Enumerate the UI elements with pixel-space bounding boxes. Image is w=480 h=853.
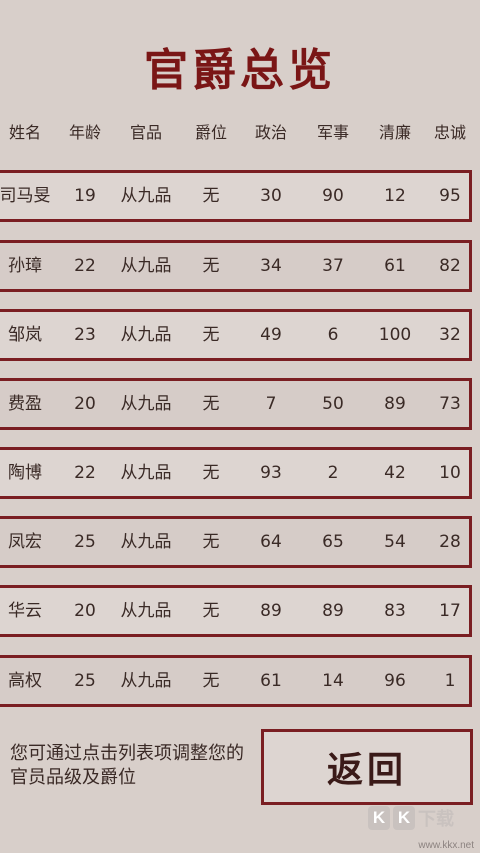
cell-age: 25 (74, 671, 96, 691)
cell-name: 高权 (8, 671, 42, 691)
cell-title: 无 (202, 532, 220, 552)
cell-politics: 89 (260, 601, 282, 621)
cell-rank: 从九品 (120, 463, 172, 483)
cell-politics: 93 (260, 463, 282, 483)
column-header-age: 年龄 (68, 123, 102, 142)
cell-title: 无 (202, 325, 220, 345)
table-header: 姓名 年龄 官品 爵位 政治 军事 清廉 忠诚 (0, 120, 480, 146)
cell-loyalty: 1 (444, 671, 456, 691)
cell-rank: 从九品 (120, 532, 172, 552)
cell-loyalty: 28 (439, 532, 461, 552)
cell-title: 无 (202, 256, 220, 276)
cell-age: 20 (74, 394, 96, 414)
cell-title: 无 (202, 394, 220, 414)
table-row[interactable]: 华云 20 从九品 无 89 89 83 17 (0, 585, 472, 637)
watermark-badge: K (393, 806, 415, 830)
cell-politics: 61 (260, 671, 282, 691)
page-title: 官爵总览 (144, 45, 336, 96)
cell-name: 陶博 (8, 463, 42, 483)
cell-integrity: 100 (378, 325, 412, 345)
cell-politics: 34 (260, 256, 282, 276)
column-header-title: 爵位 (194, 123, 228, 142)
cell-name: 费盈 (8, 394, 42, 414)
hint-text: 您可通过点击列表项调整您的官员品级及爵位 (10, 743, 244, 788)
cell-name: 孙璋 (8, 256, 42, 276)
cell-age: 19 (74, 186, 96, 206)
cell-rank: 从九品 (120, 186, 172, 206)
cell-politics: 7 (265, 394, 277, 414)
cell-military: 2 (327, 463, 339, 483)
column-header-name: 姓名 (8, 123, 42, 142)
cell-age: 20 (74, 601, 96, 621)
cell-military: 89 (322, 601, 344, 621)
cell-politics: 64 (260, 532, 282, 552)
column-header-politics: 政治 (254, 123, 288, 142)
cell-loyalty: 73 (439, 394, 461, 414)
cell-integrity: 54 (384, 532, 406, 552)
cell-rank: 从九品 (120, 256, 172, 276)
cell-loyalty: 10 (439, 463, 461, 483)
table-row[interactable]: 陶博 22 从九品 无 93 2 42 10 (0, 447, 472, 499)
cell-rank: 从九品 (120, 325, 172, 345)
column-header-loyalty: 忠诚 (433, 123, 467, 142)
cell-military: 65 (322, 532, 344, 552)
cell-integrity: 96 (384, 671, 406, 691)
table-row[interactable]: 凤宏 25 从九品 无 64 65 54 28 (0, 516, 472, 568)
table-row[interactable]: 孙璋 22 从九品 无 34 37 61 82 (0, 240, 472, 292)
back-button[interactable]: 返回 (261, 729, 473, 805)
cell-rank: 从九品 (120, 394, 172, 414)
cell-military: 90 (322, 186, 344, 206)
cell-loyalty: 17 (439, 601, 461, 621)
watermark-logo: K K 下载 (368, 798, 478, 838)
cell-rank: 从九品 (120, 671, 172, 691)
cell-title: 无 (202, 601, 220, 621)
cell-title: 无 (202, 186, 220, 206)
cell-loyalty: 95 (439, 186, 461, 206)
cell-integrity: 12 (384, 186, 406, 206)
cell-name: 司马旻 (0, 186, 51, 206)
cell-integrity: 61 (384, 256, 406, 276)
cell-age: 23 (74, 325, 96, 345)
cell-age: 22 (74, 463, 96, 483)
column-header-rank: 官品 (129, 123, 163, 142)
cell-integrity: 89 (384, 394, 406, 414)
cell-military: 37 (322, 256, 344, 276)
cell-military: 14 (322, 671, 344, 691)
cell-name: 邹岚 (8, 325, 42, 345)
cell-military: 50 (322, 394, 344, 414)
cell-name: 凤宏 (8, 532, 42, 552)
table-row[interactable]: 司马旻 19 从九品 无 30 90 12 95 (0, 170, 472, 222)
cell-integrity: 83 (384, 601, 406, 621)
cell-politics: 30 (260, 186, 282, 206)
table-row[interactable]: 邹岚 23 从九品 无 49 6 100 32 (0, 309, 472, 361)
watermark-url: www.kkx.net (418, 840, 474, 851)
cell-loyalty: 82 (439, 256, 461, 276)
cell-politics: 49 (260, 325, 282, 345)
cell-integrity: 42 (384, 463, 406, 483)
column-header-integrity: 清廉 (378, 123, 412, 142)
table-row[interactable]: 高权 25 从九品 无 61 14 96 1 (0, 655, 472, 707)
cell-title: 无 (202, 463, 220, 483)
watermark-badge: K (368, 806, 390, 830)
cell-age: 22 (74, 256, 96, 276)
cell-military: 6 (327, 325, 339, 345)
watermark-text: 下载 (418, 809, 454, 830)
cell-rank: 从九品 (120, 601, 172, 621)
cell-name: 华云 (8, 601, 42, 621)
cell-age: 25 (74, 532, 96, 552)
table-row[interactable]: 费盈 20 从九品 无 7 50 89 73 (0, 378, 472, 430)
cell-title: 无 (202, 671, 220, 691)
cell-loyalty: 32 (439, 325, 461, 345)
column-header-military: 军事 (316, 123, 350, 142)
